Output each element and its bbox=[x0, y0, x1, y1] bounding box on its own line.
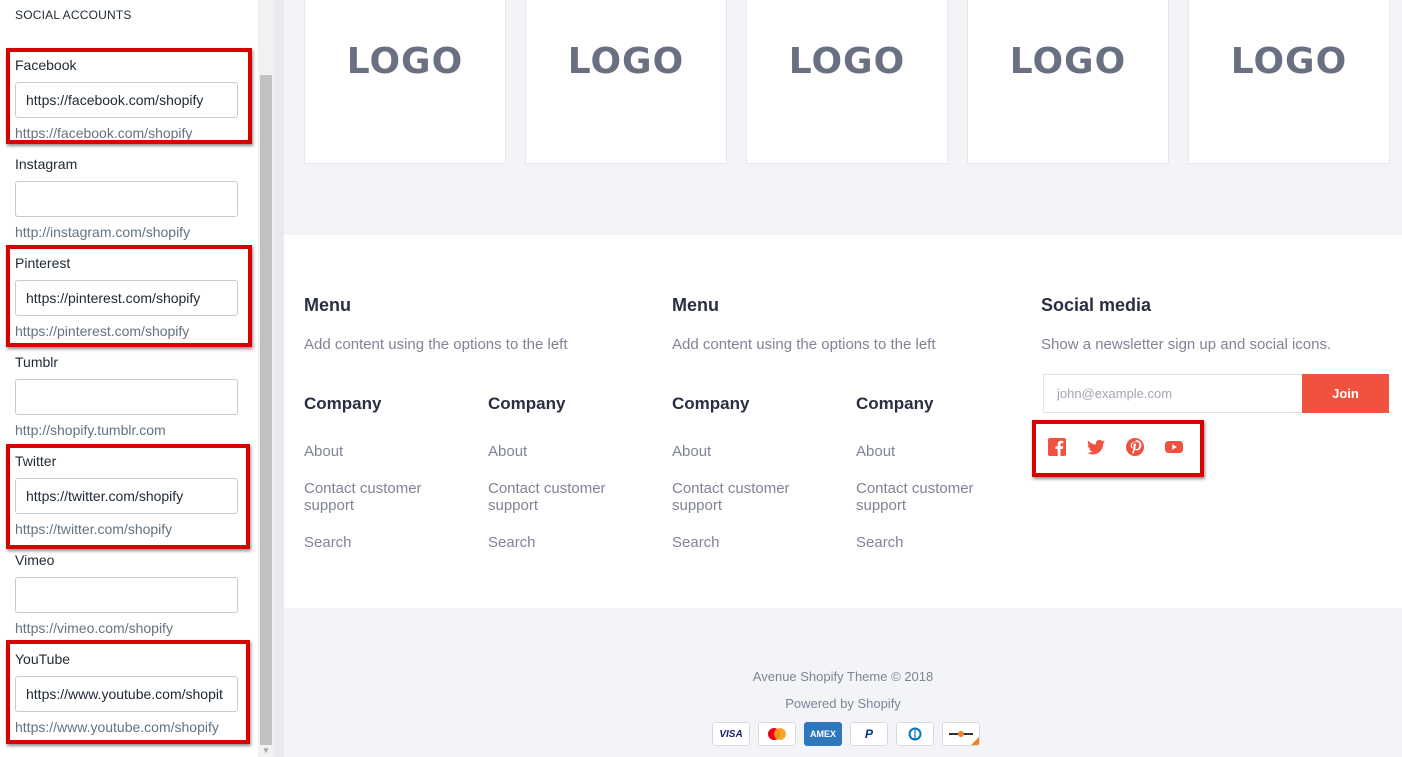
powered-by-link[interactable]: Powered by Shopify bbox=[284, 696, 1402, 711]
footer-link-about[interactable]: About bbox=[488, 443, 658, 460]
footer-link-contact[interactable]: Contact customer support bbox=[856, 480, 1006, 514]
menu-heading: Menu bbox=[672, 295, 719, 315]
social-icons-row bbox=[1047, 437, 1184, 457]
twitter-label: Twitter bbox=[15, 453, 57, 469]
logo-placeholder: LOGO bbox=[788, 41, 906, 82]
payment-icons: VISA AMEX P bbox=[712, 722, 980, 746]
company-heading: Company bbox=[304, 394, 382, 413]
logo-tile[interactable]: LOGO bbox=[746, 0, 948, 164]
newsletter-form: Join bbox=[1043, 374, 1389, 413]
paypal-label: P bbox=[864, 727, 873, 741]
facebook-icon[interactable] bbox=[1047, 437, 1067, 457]
company-column: Company About Contact customer support S… bbox=[856, 394, 1026, 551]
mastercard-icon bbox=[758, 722, 796, 746]
vimeo-label: Vimeo bbox=[15, 552, 55, 568]
logo-tile[interactable]: LOGO bbox=[525, 0, 727, 164]
amex-label: AMEX bbox=[809, 729, 836, 739]
facebook-field: Facebook https://facebook.com/shopify bbox=[15, 56, 250, 142]
paypal-icon: P bbox=[850, 722, 888, 746]
company-heading: Company bbox=[856, 394, 934, 413]
scroll-down-arrow-icon[interactable]: ▼ bbox=[261, 745, 271, 757]
instagram-help-text: http://instagram.com/shopify bbox=[15, 224, 191, 240]
youtube-help-text: https://www.youtube.com/shopify bbox=[15, 719, 219, 735]
theme-settings-sidebar: SOCIAL ACCOUNTS Facebook https://faceboo… bbox=[0, 0, 258, 757]
diners-club-icon bbox=[896, 722, 934, 746]
youtube-input[interactable] bbox=[15, 676, 238, 712]
vimeo-input[interactable] bbox=[15, 577, 238, 613]
newsletter-email-input[interactable] bbox=[1043, 374, 1302, 413]
discover-icon bbox=[942, 722, 980, 746]
pinterest-field: Pinterest https://pinterest.com/shopify bbox=[15, 254, 250, 340]
vimeo-field: Vimeo https://vimeo.com/shopify bbox=[15, 551, 250, 637]
logo-placeholder: LOGO bbox=[1230, 41, 1348, 82]
facebook-label: Facebook bbox=[15, 57, 77, 73]
company-heading: Company bbox=[488, 394, 566, 413]
footer-link-search[interactable]: Search bbox=[856, 534, 1026, 551]
tumblr-label: Tumblr bbox=[15, 354, 59, 370]
amex-icon: AMEX bbox=[804, 722, 842, 746]
footer-link-about[interactable]: About bbox=[672, 443, 842, 460]
twitter-icon[interactable] bbox=[1086, 437, 1106, 457]
company-column: Company About Contact customer support S… bbox=[672, 394, 842, 551]
youtube-field: YouTube https://www.youtube.com/shopify bbox=[15, 650, 250, 736]
section-heading: SOCIAL ACCOUNTS bbox=[15, 8, 132, 22]
sidebar-scrollbar[interactable]: ▼ bbox=[258, 0, 274, 757]
tumblr-help-text: http://shopify.tumblr.com bbox=[15, 422, 166, 438]
menu-description: Add content using the options to the lef… bbox=[304, 336, 568, 353]
footer-link-contact[interactable]: Contact customer support bbox=[672, 480, 822, 514]
youtube-label: YouTube bbox=[15, 651, 71, 667]
pinterest-label: Pinterest bbox=[15, 255, 71, 271]
visa-icon: VISA bbox=[712, 722, 750, 746]
footer-link-search[interactable]: Search bbox=[488, 534, 658, 551]
panel-divider bbox=[274, 0, 284, 757]
footer-link-search[interactable]: Search bbox=[304, 534, 474, 551]
footer-link-about[interactable]: About bbox=[304, 443, 474, 460]
pinterest-input[interactable] bbox=[15, 280, 238, 316]
youtube-icon[interactable] bbox=[1164, 437, 1184, 457]
logo-tile[interactable]: LOGO bbox=[967, 0, 1169, 164]
twitter-field: Twitter https://twitter.com/shopify bbox=[15, 452, 250, 538]
instagram-label: Instagram bbox=[15, 156, 78, 172]
facebook-help-text: https://facebook.com/shopify bbox=[15, 125, 193, 141]
social-media-description: Show a newsletter sign up and social ico… bbox=[1041, 336, 1332, 353]
join-button[interactable]: Join bbox=[1302, 374, 1389, 413]
footer-link-contact[interactable]: Contact customer support bbox=[304, 480, 454, 514]
logo-tile[interactable]: LOGO bbox=[1188, 0, 1390, 164]
scrollbar-thumb[interactable] bbox=[260, 75, 272, 745]
tumblr-input[interactable] bbox=[15, 379, 238, 415]
menu-heading: Menu bbox=[304, 295, 351, 315]
copyright-text: Avenue Shopify Theme © 2018 bbox=[752, 669, 934, 684]
footer-link-about[interactable]: About bbox=[856, 443, 1026, 460]
vimeo-help-text: https://vimeo.com/shopify bbox=[15, 620, 173, 636]
pinterest-help-text: https://pinterest.com/shopify bbox=[15, 323, 190, 339]
store-preview: LOGO LOGO LOGO LOGO LOGO Menu Add conten… bbox=[284, 0, 1402, 757]
footer-link-contact[interactable]: Contact customer support bbox=[488, 480, 638, 514]
instagram-field: Instagram http://instagram.com/shopify bbox=[15, 155, 250, 241]
instagram-input[interactable] bbox=[15, 181, 238, 217]
pinterest-icon[interactable] bbox=[1125, 437, 1145, 457]
company-heading: Company bbox=[672, 394, 750, 413]
twitter-input[interactable] bbox=[15, 478, 238, 514]
visa-label: VISA bbox=[719, 728, 743, 740]
footer-bottom: Avenue Shopify Theme © 2018 Powered by S… bbox=[284, 608, 1402, 757]
social-media-heading: Social media bbox=[1041, 295, 1152, 315]
facebook-input[interactable] bbox=[15, 82, 238, 118]
company-column: Company About Contact customer support S… bbox=[304, 394, 474, 551]
logo-placeholder: LOGO bbox=[567, 41, 685, 82]
menu-description: Add content using the options to the lef… bbox=[672, 336, 936, 353]
footer-link-search[interactable]: Search bbox=[672, 534, 842, 551]
logo-placeholder: LOGO bbox=[346, 41, 464, 82]
twitter-help-text: https://twitter.com/shopify bbox=[15, 521, 173, 537]
tumblr-field: Tumblr http://shopify.tumblr.com bbox=[15, 353, 250, 439]
company-column: Company About Contact customer support S… bbox=[488, 394, 658, 551]
site-footer: Menu Add content using the options to th… bbox=[284, 235, 1402, 608]
logo-placeholder: LOGO bbox=[1009, 41, 1127, 82]
logo-tile[interactable]: LOGO bbox=[304, 0, 506, 164]
